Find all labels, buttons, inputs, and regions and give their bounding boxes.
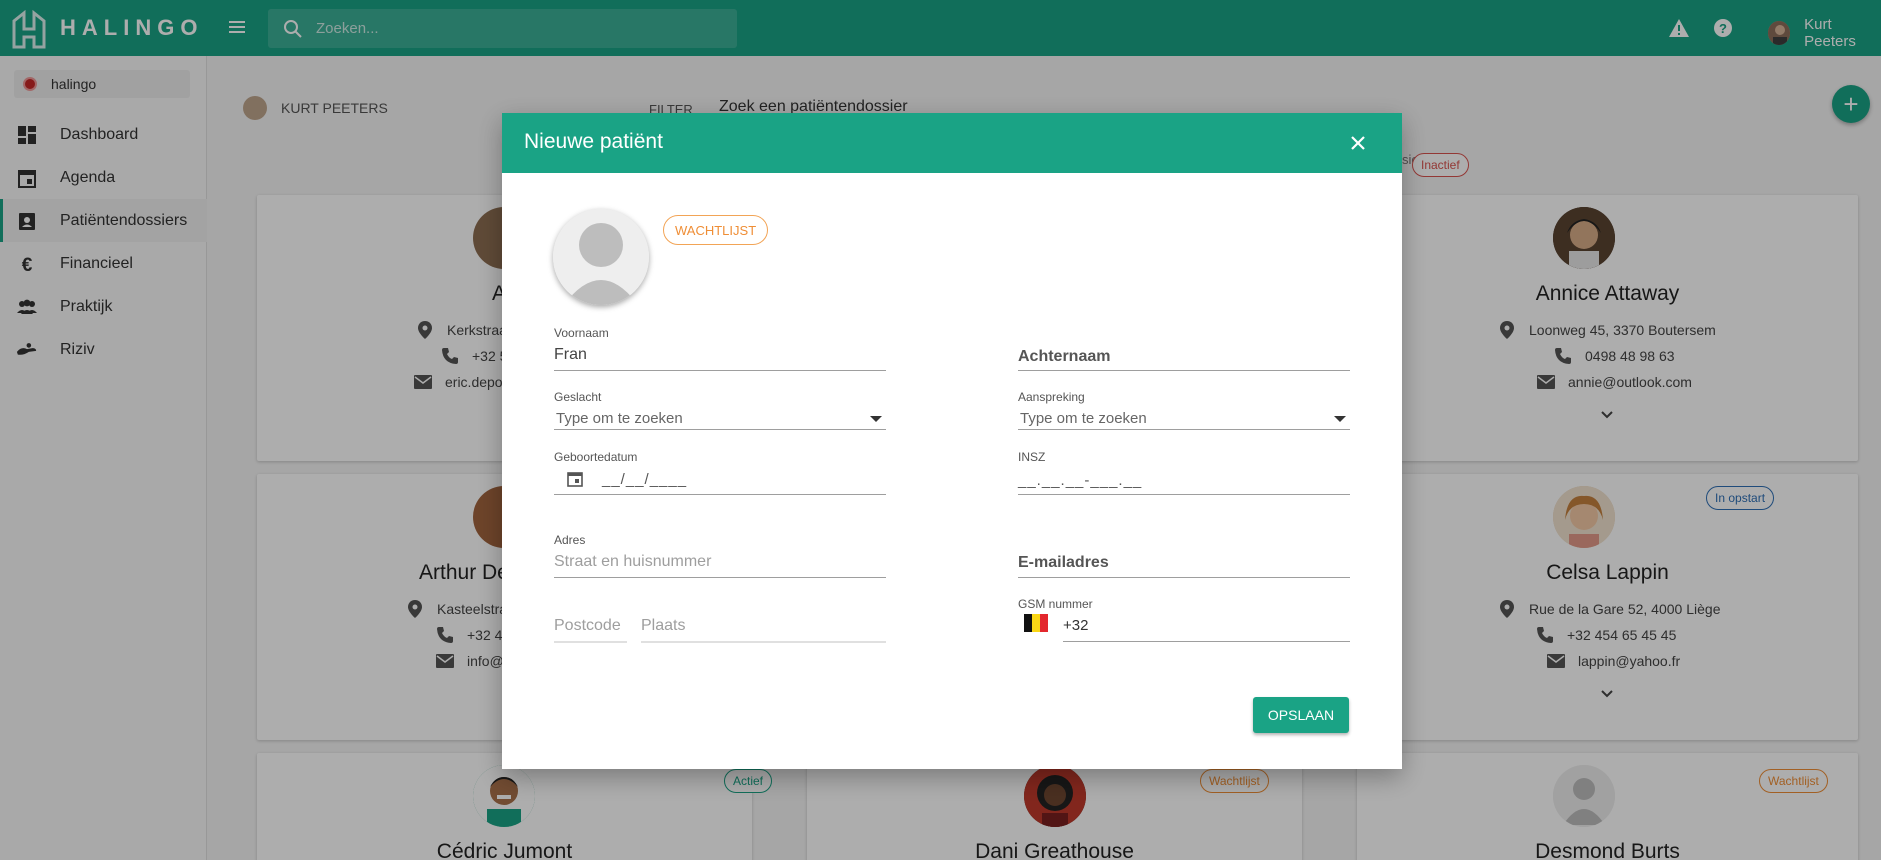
first-name-underline — [554, 370, 886, 371]
postcode-underline — [554, 641, 627, 643]
birthdate-field[interactable]: __/__/____ — [602, 471, 687, 488]
dialog-header: Nieuwe patiënt — [502, 113, 1402, 173]
gender-underline — [554, 429, 886, 430]
patient-photo-upload[interactable] — [553, 209, 649, 305]
last-name-field[interactable]: Achternaam — [1018, 348, 1110, 366]
salutation-underline — [1018, 429, 1350, 430]
city-field[interactable]: Plaats — [641, 617, 685, 635]
gender-label: Geslacht — [554, 390, 602, 404]
mobile-label: GSM nummer — [1018, 597, 1093, 611]
status-chip-waitlist[interactable]: WACHTLIJST — [663, 215, 769, 245]
street-field[interactable]: Straat en huisnummer — [554, 553, 711, 571]
insz-underline — [1018, 494, 1350, 495]
belgium-flag-icon[interactable] — [1024, 614, 1048, 632]
mobile-underline — [1063, 641, 1350, 642]
calendar-icon[interactable] — [566, 470, 584, 488]
save-button[interactable]: OPSLAAN — [1253, 697, 1349, 733]
birthdate-label: Geboortedatum — [554, 450, 638, 464]
postcode-field[interactable]: Postcode — [554, 617, 621, 635]
salutation-label: Aanspreking — [1018, 390, 1085, 404]
email-field[interactable]: E-mailadres — [1018, 554, 1109, 572]
birthdate-underline — [554, 494, 886, 495]
email-underline — [1018, 577, 1350, 578]
last-name-underline — [1018, 370, 1350, 371]
street-underline — [554, 577, 886, 578]
salutation-select[interactable]: Type om te zoeken — [1020, 410, 1147, 427]
close-icon[interactable] — [1348, 133, 1368, 153]
chevron-down-icon[interactable] — [1334, 416, 1346, 422]
chevron-down-icon[interactable] — [870, 416, 882, 422]
new-patient-dialog: Nieuwe patiënt WACHTLIJST Voornaam Fran … — [502, 113, 1402, 769]
insz-label: INSZ — [1018, 450, 1046, 464]
first-name-label: Voornaam — [554, 326, 609, 340]
first-name-field[interactable]: Fran — [554, 346, 587, 364]
address-label: Adres — [554, 533, 586, 547]
insz-field[interactable]: __.__.__-___.__ — [1018, 472, 1142, 489]
gender-select[interactable]: Type om te zoeken — [556, 410, 683, 427]
city-underline — [641, 641, 886, 643]
mobile-field[interactable]: +32 — [1063, 617, 1088, 634]
dialog-title: Nieuwe patiënt — [524, 130, 663, 153]
